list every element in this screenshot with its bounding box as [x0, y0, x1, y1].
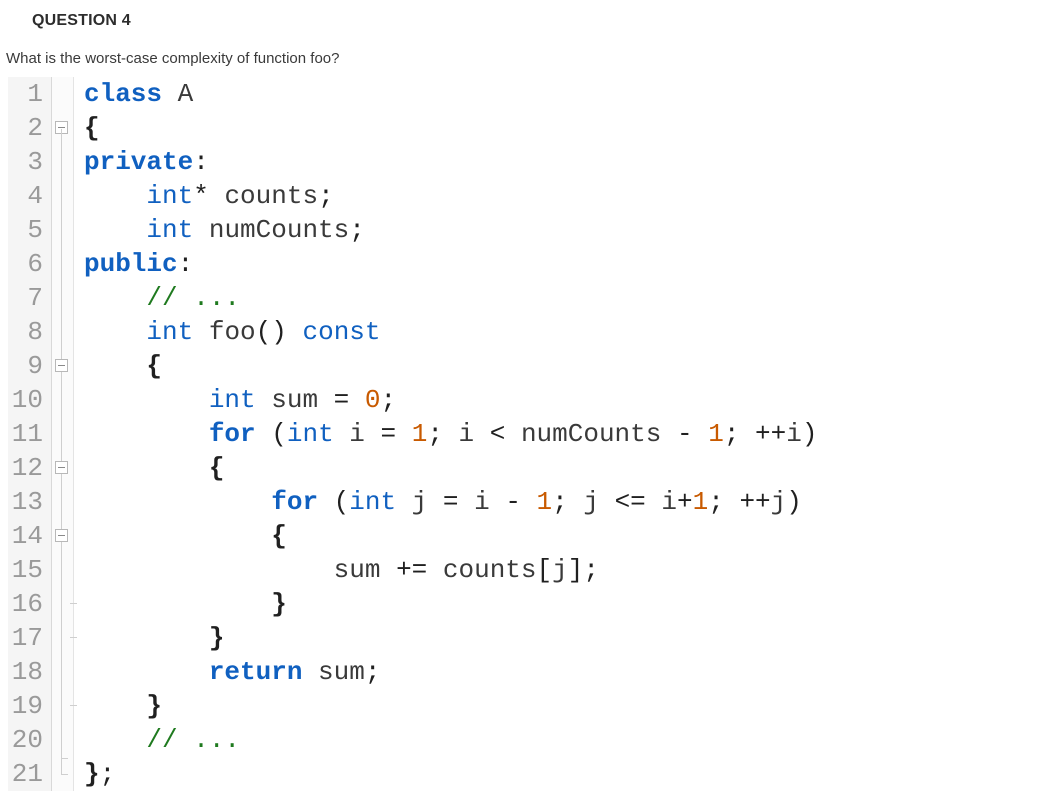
fold-gutter	[52, 451, 74, 485]
code-line: 8 int foo() const	[8, 315, 1049, 349]
line-number: 21	[8, 757, 52, 791]
code-text: int foo() const	[74, 315, 381, 349]
code-line: 18 return sum;	[8, 655, 1049, 689]
line-number: 15	[8, 553, 52, 587]
code-text: }	[74, 689, 162, 723]
code-text: sum += counts[j];	[74, 553, 599, 587]
code-line: 4 int* counts;	[8, 179, 1049, 213]
fold-gutter	[52, 111, 74, 145]
fold-gutter	[52, 689, 74, 723]
code-line: 13 for (int j = i - 1; j <= i+1; ++j)	[8, 485, 1049, 519]
code-text: {	[74, 111, 100, 145]
code-line: 20 // ...	[8, 723, 1049, 757]
line-number: 9	[8, 349, 52, 383]
fold-toggle-icon[interactable]	[55, 461, 68, 474]
code-text: {	[74, 519, 287, 553]
code-line: 7 // ...	[8, 281, 1049, 315]
code-line: 14 {	[8, 519, 1049, 553]
line-number: 18	[8, 655, 52, 689]
line-number: 14	[8, 519, 52, 553]
line-number: 6	[8, 247, 52, 281]
code-line: 11 for (int i = 1; i < numCounts - 1; ++…	[8, 417, 1049, 451]
line-number: 5	[8, 213, 52, 247]
code-line: 21};	[8, 757, 1049, 791]
code-editor: 1class A2{3private:4 int* counts;5 int n…	[8, 77, 1049, 791]
fold-gutter	[52, 383, 74, 417]
fold-gutter	[52, 417, 74, 451]
fold-gutter	[52, 757, 74, 791]
code-line: 16 }	[8, 587, 1049, 621]
fold-gutter	[52, 723, 74, 757]
code-text: int numCounts;	[74, 213, 365, 247]
code-line: 12 {	[8, 451, 1049, 485]
fold-gutter	[52, 519, 74, 553]
fold-gutter	[52, 587, 74, 621]
line-number: 13	[8, 485, 52, 519]
fold-gutter	[52, 77, 74, 111]
line-number: 19	[8, 689, 52, 723]
line-number: 10	[8, 383, 52, 417]
line-number: 17	[8, 621, 52, 655]
line-number: 8	[8, 315, 52, 349]
code-text: int* counts;	[74, 179, 334, 213]
fold-gutter	[52, 179, 74, 213]
code-text: return sum;	[74, 655, 380, 689]
fold-toggle-icon[interactable]	[55, 359, 68, 372]
fold-gutter	[52, 485, 74, 519]
code-line: 6 public:	[8, 247, 1049, 281]
fold-gutter	[52, 315, 74, 349]
fold-gutter	[52, 145, 74, 179]
code-text: {	[74, 349, 162, 383]
code-text: private:	[74, 145, 209, 179]
code-text: class A	[74, 77, 193, 111]
fold-gutter	[52, 213, 74, 247]
code-line: 19 }	[8, 689, 1049, 723]
code-line: 10 int sum = 0;	[8, 383, 1049, 417]
code-line: 17 }	[8, 621, 1049, 655]
code-line: 3 private:	[8, 145, 1049, 179]
line-number: 11	[8, 417, 52, 451]
line-number: 1	[8, 77, 52, 111]
question-title: QUESTION 4	[0, 0, 1049, 36]
line-number: 3	[8, 145, 52, 179]
code-text: for (int i = 1; i < numCounts - 1; ++i)	[74, 417, 817, 451]
code-text: {	[74, 451, 224, 485]
line-number: 12	[8, 451, 52, 485]
fold-gutter	[52, 247, 74, 281]
line-number: 20	[8, 723, 52, 757]
fold-gutter	[52, 281, 74, 315]
code-text: public:	[74, 247, 193, 281]
code-text: int sum = 0;	[74, 383, 396, 417]
fold-gutter	[52, 621, 74, 655]
code-line: 2{	[8, 111, 1049, 145]
code-text: }	[74, 587, 287, 621]
line-number: 16	[8, 587, 52, 621]
fold-gutter	[52, 349, 74, 383]
fold-gutter	[52, 553, 74, 587]
code-text: };	[74, 757, 115, 791]
fold-gutter	[52, 655, 74, 689]
code-line: 5 int numCounts;	[8, 213, 1049, 247]
code-text: for (int j = i - 1; j <= i+1; ++j)	[74, 485, 802, 519]
code-text: // ...	[74, 281, 240, 315]
code-line: 9 {	[8, 349, 1049, 383]
code-line: 15 sum += counts[j];	[8, 553, 1049, 587]
code-text: }	[74, 621, 224, 655]
line-number: 7	[8, 281, 52, 315]
fold-toggle-icon[interactable]	[55, 529, 68, 542]
code-line: 1 class A	[8, 77, 1049, 111]
line-number: 4	[8, 179, 52, 213]
line-number: 2	[8, 111, 52, 145]
code-text: // ...	[74, 723, 240, 757]
question-prompt: What is the worst-case complexity of fun…	[0, 36, 1049, 77]
